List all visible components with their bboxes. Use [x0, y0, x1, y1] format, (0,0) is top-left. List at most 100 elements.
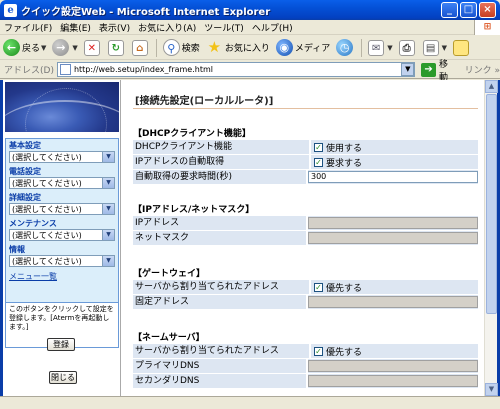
row-value: [308, 374, 478, 388]
browser-content: 基本設定 (選択してください) ▼ 電話設定 (選択してください) ▼ 詳細設定…: [0, 80, 500, 396]
gateway-priority-checkbox[interactable]: ✓: [314, 282, 323, 292]
windows-flag-icon: ⊞: [474, 19, 500, 35]
close-window-button[interactable]: ×: [479, 2, 496, 18]
row-label: IPアドレスの自動取得: [133, 155, 309, 169]
refresh-button[interactable]: ↻: [105, 37, 129, 59]
note-icon: [452, 39, 469, 56]
dhcp-section: 【DHCPクライアント機能】 DHCPクライアント機能 ✓ 使用する IPアドレ…: [133, 128, 478, 185]
page-icon: [59, 64, 71, 75]
maximize-button[interactable]: □: [460, 2, 477, 18]
settings-menu-panel: 基本設定 (選択してください) ▼ 電話設定 (選択してください) ▼ 詳細設定…: [5, 138, 119, 308]
search-button[interactable]: ⚲ 検索: [160, 37, 203, 59]
form-row: プライマリDNS: [133, 359, 478, 373]
row-label: ネットマスク: [133, 231, 306, 245]
dns-priority-checkbox[interactable]: ✓: [314, 346, 323, 356]
fixed-address-input[interactable]: [308, 296, 478, 308]
row-label: サーバから割り当てられたアドレス: [133, 280, 309, 294]
history-button[interactable]: ◷: [333, 37, 358, 59]
nameserver-section: 【ネームサーバ】 サーバから割り当てられたアドレス ✓ 優先する プライマリDN…: [133, 332, 478, 389]
vertical-scrollbar[interactable]: ▲ ▼: [484, 80, 498, 396]
menu-help[interactable]: ヘルプ(H): [248, 21, 297, 34]
menu-bar: ファイル(F) 編集(E) 表示(V) お気に入り(A) ツール(T) ヘルプ(…: [0, 19, 500, 35]
history-icon: ◷: [336, 39, 354, 56]
row-label: 固定アドレス: [133, 295, 306, 309]
save-button[interactable]: 登録: [47, 338, 75, 351]
gateway-section: 【ゲートウェイ】 サーバから割り当てられたアドレス ✓ 優先する 固定アドレス: [133, 268, 478, 310]
maintenance-select[interactable]: (選択してください) ▼: [9, 229, 115, 241]
advanced-settings-select[interactable]: (選択してください) ▼: [9, 203, 115, 215]
address-bar: アドレス(D) http://web.setup/index_frame.htm…: [0, 60, 500, 83]
checkbox-label: 要求する: [326, 158, 363, 169]
printer-icon: ⎙: [398, 39, 415, 56]
checkbox-label: 優先する: [326, 347, 363, 358]
secondary-dns-input[interactable]: [308, 375, 478, 387]
back-button[interactable]: ← 戻る ▼: [0, 37, 49, 59]
menu-list-link[interactable]: メニュー一覧: [9, 271, 115, 282]
media-icon: ◉: [275, 39, 293, 56]
menu-edit[interactable]: 編集(E): [56, 21, 95, 34]
select-value: (選択してください): [12, 230, 82, 240]
row-value: ✓ 優先する: [311, 344, 478, 358]
address-url: http://web.setup/index_frame.html: [73, 65, 213, 74]
request-time-input[interactable]: 300: [308, 171, 478, 183]
dropdown-icon: ▼: [387, 43, 393, 52]
address-dropdown-icon[interactable]: ▼: [401, 63, 415, 76]
back-label: 戻る: [22, 44, 41, 54]
menu-view[interactable]: 表示(V): [95, 21, 134, 34]
dropdown-icon: ▼: [72, 43, 78, 52]
print-button[interactable]: ⎙: [396, 37, 420, 59]
favorites-button[interactable]: ★ お気に入り: [203, 37, 273, 59]
home-icon: ⌂: [131, 39, 148, 56]
scroll-up-icon[interactable]: ▲: [485, 80, 498, 93]
basic-settings-label: 基本設定: [9, 141, 41, 150]
close-button[interactable]: 閉じる: [49, 371, 77, 384]
auto-ip-checkbox[interactable]: ✓: [314, 157, 323, 167]
go-button[interactable]: ➔ 移動: [421, 57, 456, 83]
go-arrow-icon: ➔: [421, 62, 436, 77]
chevron-down-icon: ▼: [102, 178, 114, 188]
forward-button[interactable]: → ▼: [49, 37, 80, 59]
checkbox-label: 使用する: [326, 143, 363, 154]
basic-settings-select[interactable]: (選択してください) ▼: [9, 151, 115, 163]
ie-icon: e: [4, 3, 17, 17]
row-value: [308, 359, 478, 373]
dropdown-icon: ▼: [41, 43, 47, 52]
checkbox-label: 優先する: [326, 283, 363, 294]
phone-settings-select[interactable]: (選択してください) ▼: [9, 177, 115, 189]
media-button[interactable]: ◉ メディア: [273, 37, 333, 59]
form-row: IPアドレスの自動取得 ✓ 要求する: [133, 155, 478, 169]
select-value: (選択してください): [12, 256, 82, 266]
mail-button[interactable]: ✉ ▼: [365, 37, 395, 59]
favorites-label: お気に入り: [224, 44, 270, 54]
primary-dns-input[interactable]: [308, 360, 478, 372]
menu-favorites[interactable]: お気に入り(A): [134, 21, 200, 34]
address-label: アドレス(D): [4, 66, 54, 76]
ip-address-input[interactable]: [308, 217, 478, 229]
section-heading: 【ゲートウェイ】: [133, 269, 206, 279]
row-value: [308, 231, 478, 245]
menu-tools[interactable]: ツール(T): [200, 21, 248, 34]
scroll-thumb[interactable]: [486, 94, 497, 314]
stop-icon: ✕: [83, 39, 100, 56]
info-label: 情報: [9, 245, 25, 254]
info-select[interactable]: (選択してください) ▼: [9, 255, 115, 267]
row-label: 自動取得の要求時間(秒): [133, 170, 306, 184]
row-value: ✓ 要求する: [311, 155, 478, 169]
scroll-down-icon[interactable]: ▼: [485, 383, 498, 396]
stop-button[interactable]: ✕: [81, 37, 105, 59]
status-bar: [0, 396, 500, 409]
media-label: メディア: [294, 44, 331, 54]
links-button[interactable]: リンク »: [465, 63, 500, 76]
dhcp-client-checkbox[interactable]: ✓: [314, 142, 323, 152]
menu-file[interactable]: ファイル(F): [0, 21, 56, 34]
window-title: クイック設定Web - Microsoft Internet Explorer: [21, 6, 271, 18]
form-row: サーバから割り当てられたアドレス ✓ 優先する: [133, 344, 478, 358]
netmask-input[interactable]: [308, 232, 478, 244]
chevron-down-icon: ▼: [102, 204, 114, 214]
messenger-button[interactable]: [450, 37, 474, 59]
address-input[interactable]: http://web.setup/index_frame.html ▼: [56, 62, 416, 77]
home-button[interactable]: ⌂: [129, 37, 153, 59]
toolbar-separator: [155, 38, 157, 57]
minimize-button[interactable]: _: [441, 2, 458, 18]
edit-button[interactable]: ▤ ▼: [420, 37, 450, 59]
